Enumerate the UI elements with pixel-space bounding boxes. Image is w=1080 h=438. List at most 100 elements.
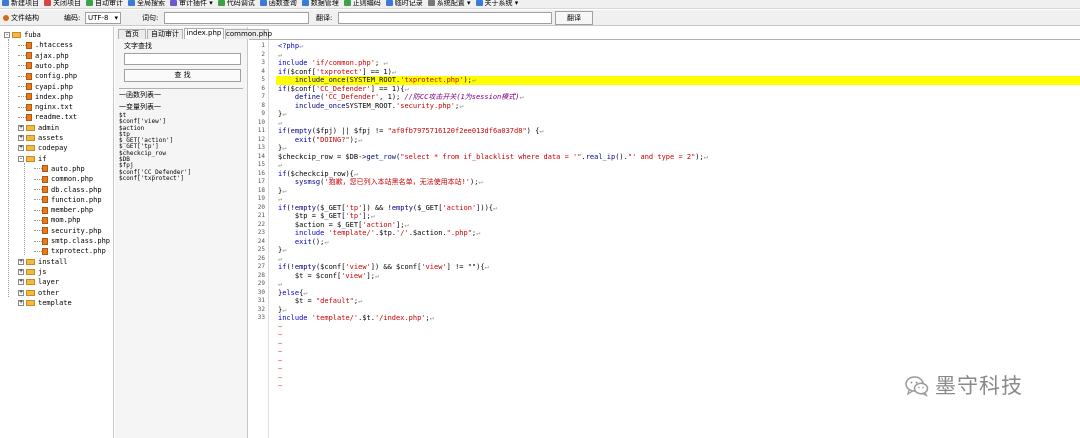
tree-folder[interactable]: + admin <box>18 123 59 133</box>
tab-2[interactable]: index.php <box>184 28 224 39</box>
code-line[interactable]: $tp = $_GET['tp'];↵ <box>278 212 375 221</box>
file-icon <box>42 227 48 235</box>
tree-folder[interactable]: + template <box>18 298 72 308</box>
menu-item-8[interactable]: 正则编码 <box>342 0 384 8</box>
code-line[interactable]: $checkcip_row = $DB->get_row("select * f… <box>278 153 708 162</box>
code-line[interactable]: $t = $conf['view'];↵ <box>278 272 379 281</box>
code-line[interactable]: include 'template/'.$tp.'/'.$action.".ph… <box>278 229 481 238</box>
expand-icon[interactable]: + <box>18 268 24 275</box>
tree-file[interactable]: db.class.php <box>34 185 102 195</box>
expand-icon[interactable]: + <box>18 299 24 306</box>
tree-file[interactable]: ajax.php <box>18 51 69 61</box>
tree-file[interactable]: auto.php <box>18 61 69 71</box>
tree-file[interactable]: txprotect.php <box>34 246 106 256</box>
tab-0[interactable]: 首页 <box>118 29 146 39</box>
expand-icon[interactable]: + <box>18 135 24 141</box>
code-line[interactable]: ↵ <box>278 255 282 264</box>
tab-3[interactable]: common.php <box>225 29 272 39</box>
code-line[interactable]: include_once(SYSTEM_ROOT.'txprotect.php'… <box>278 76 476 85</box>
code-line[interactable]: }↵ <box>278 144 286 153</box>
menu-item-1[interactable]: 关闭项目 <box>42 0 84 8</box>
tree-file[interactable]: readme.txt <box>18 112 77 122</box>
menu-item-10[interactable]: 系统配置 ▾ <box>426 0 474 8</box>
code-line[interactable]: sysmsg('抱歉，您已列入本站黑名单，无法使用本站!');↵ <box>278 178 483 187</box>
menu-item-11[interactable]: 关于系统 ▾ <box>474 0 522 8</box>
expand-icon[interactable]: + <box>18 289 24 296</box>
tree-folder[interactable]: + layer <box>18 277 59 287</box>
line-number: 8 <box>261 101 265 109</box>
code-line[interactable]: define('CC_Defender', 1); //防CC攻击开关(1为se… <box>278 93 524 102</box>
code-line[interactable]: ↵ <box>278 195 282 204</box>
translate-input[interactable] <box>338 12 552 24</box>
tree-file[interactable]: config.php <box>18 71 77 81</box>
code-line[interactable]: ↵ <box>278 161 282 170</box>
menu-item-3[interactable]: 全局搜索 <box>126 0 168 8</box>
code-line[interactable]: }↵ <box>278 187 286 196</box>
code-line[interactable]: if(empty($fpj) || $fpj != "af0fb79757161… <box>278 127 544 136</box>
code-line[interactable]: if($checkcip_row){↵ <box>278 170 358 179</box>
expand-icon[interactable]: + <box>18 258 24 265</box>
translate-button[interactable]: 翻译 <box>555 11 593 25</box>
code-line[interactable]: exit("DOING?");↵ <box>278 136 362 145</box>
file-structure-button[interactable]: 文件结构 <box>3 14 39 22</box>
code-line[interactable]: if($conf['CC_Defender'] == 1){↵ <box>278 85 409 94</box>
menu-item-7[interactable]: 数据管理 <box>300 0 342 8</box>
code-line[interactable]: include_onceSYSTEM_ROOT.'security.php';↵ <box>278 102 464 111</box>
variable-item[interactable]: $conf['txprotect'] <box>119 175 243 182</box>
menu-item-4[interactable]: 审计插件 ▾ <box>168 0 216 8</box>
code-line[interactable]: }↵ <box>278 110 286 119</box>
collapse-icon[interactable]: - <box>4 32 10 38</box>
line-number: 5 <box>261 76 265 83</box>
code-line[interactable]: }↵ <box>278 306 286 315</box>
code-line[interactable]: exit();↵ <box>278 238 329 247</box>
expand-icon[interactable]: + <box>18 279 24 286</box>
code-line[interactable]: if($conf['txprotect'] == 1)↵ <box>278 68 396 77</box>
tab-1[interactable]: 自动审计 <box>147 29 183 39</box>
tree-folder[interactable]: - if <box>18 154 46 164</box>
tree-file[interactable]: auto.php <box>34 164 85 174</box>
tree-file[interactable]: index.php <box>18 92 73 102</box>
tree-label: security.php <box>51 226 102 235</box>
tree-file[interactable]: cyapi.php <box>18 82 73 92</box>
tree-folder[interactable]: + codepay <box>18 143 68 153</box>
code-line[interactable]: ↵ <box>278 119 282 128</box>
find-button[interactable]: 查 找 <box>124 69 241 82</box>
code-line[interactable]: <?php↵ <box>278 42 303 51</box>
menu-item-9[interactable]: 临时记录 <box>384 0 426 8</box>
tree-file[interactable]: function.php <box>34 195 102 205</box>
code-line[interactable]: ↵ <box>278 280 282 289</box>
expand-icon[interactable]: + <box>18 124 24 131</box>
tree-file[interactable]: smtp.class.php <box>34 236 110 246</box>
tree-file[interactable]: security.php <box>34 226 102 236</box>
code-line[interactable]: }else{↵ <box>278 289 308 298</box>
code-line[interactable]: include 'if/common.php'; ↵ <box>278 59 388 68</box>
code-line[interactable]: }↵ <box>278 246 286 255</box>
tree-file[interactable]: mom.php <box>34 215 81 225</box>
tree-folder[interactable]: + assets <box>18 133 63 143</box>
tree-folder[interactable]: + other <box>18 288 59 298</box>
code-line[interactable]: if(!empty($_GET['tp']) && !empty($_GET['… <box>278 204 497 213</box>
code-line[interactable]: if(!empty($conf['view']) && $conf['view'… <box>278 263 489 272</box>
code-line[interactable]: include 'template/'.$t.'/index.php';↵ <box>278 314 434 323</box>
menu-item-2[interactable]: 自动审计 <box>84 0 126 8</box>
code-line[interactable]: $t = "default";↵ <box>278 297 362 306</box>
line-number: 1 <box>261 42 265 49</box>
code-token: ↵ <box>471 76 477 84</box>
text-search-input[interactable] <box>124 53 241 65</box>
tree-file[interactable]: common.php <box>34 174 93 184</box>
tree-file[interactable]: .htaccess <box>18 40 73 50</box>
tree-file[interactable]: nginx.txt <box>18 102 73 112</box>
menu-item-6[interactable]: 函数查询 <box>258 0 300 8</box>
tree-folder[interactable]: + js <box>18 267 46 277</box>
collapse-icon[interactable]: - <box>18 155 24 162</box>
tree-folder[interactable]: + install <box>18 257 68 267</box>
code-line[interactable]: $action = $_GET['action'];↵ <box>278 221 409 230</box>
menu-item-0[interactable]: 新建项目 <box>0 0 42 8</box>
tree-file[interactable]: member.php <box>34 205 93 215</box>
tree-root[interactable]: - fuba <box>4 30 41 40</box>
code-line[interactable]: ↵ <box>278 51 282 60</box>
menu-item-5[interactable]: 代码调试 <box>216 0 258 8</box>
word-input[interactable] <box>164 12 309 24</box>
expand-icon[interactable]: + <box>18 145 24 152</box>
encoding-select[interactable]: UTF-8 ▾ <box>85 12 121 24</box>
